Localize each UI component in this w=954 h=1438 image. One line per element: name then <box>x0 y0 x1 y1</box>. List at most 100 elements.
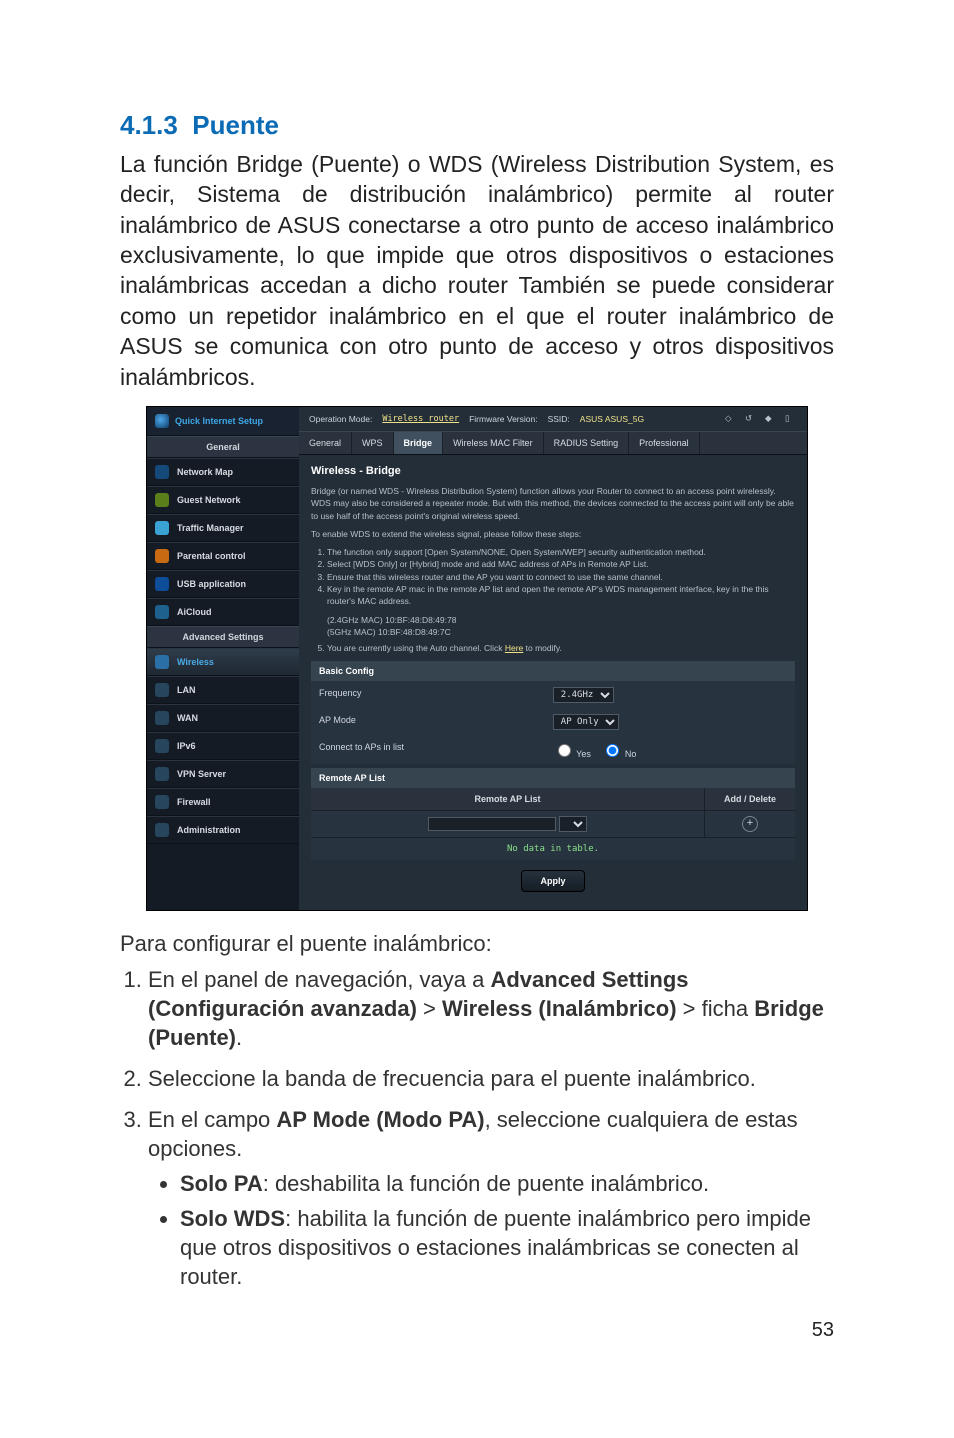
remote-ap-mac-input[interactable] <box>428 817 556 831</box>
firmware-label: Firmware Version: <box>469 414 538 424</box>
section-number: 4.1.3 <box>120 110 178 140</box>
add-ap-button[interactable]: + <box>742 816 758 832</box>
panel-desc-1: Bridge (or named WDS - Wireless Distribu… <box>311 485 795 522</box>
section-title-text: Puente <box>192 110 279 140</box>
connect-aps-yes-radio[interactable] <box>558 744 571 757</box>
reboot-icon[interactable]: ↺ <box>745 413 757 425</box>
wireless-tabs: General WPS Bridge Wireless MAC Filter R… <box>299 431 807 455</box>
frequency-select[interactable]: 2.4GHz <box>553 687 614 703</box>
sidebar-item-label: USB application <box>177 579 246 589</box>
sidebar-item-vpn-server[interactable]: VPN Server <box>147 760 299 788</box>
step1-sep-2: > ficha <box>677 996 755 1021</box>
page-number: 53 <box>120 1319 834 1342</box>
opmode-label: Operation Mode: <box>309 414 372 424</box>
tab-mac-filter[interactable]: Wireless MAC Filter <box>443 432 544 454</box>
sidebar-item-label: Administration <box>177 825 241 835</box>
panel-step-5: You are currently using the Auto channel… <box>327 642 795 654</box>
tab-professional[interactable]: Professional <box>629 432 700 454</box>
remote-ap-input-row: + <box>311 810 795 837</box>
sidebar-item-wireless[interactable]: Wireless <box>147 648 299 676</box>
apply-button[interactable]: Apply <box>521 870 584 892</box>
sidebar-item-aicloud[interactable]: AiCloud <box>147 598 299 626</box>
panel-title: Wireless - Bridge <box>311 465 795 477</box>
sidebar-item-label: VPN Server <box>177 769 226 779</box>
router-ui-screenshot: Quick Internet Setup General Network Map… <box>146 406 808 911</box>
step1-bold-2: Wireless (Inalámbrico) <box>442 996 677 1021</box>
apmode-row: AP Mode AP Only <box>311 708 795 735</box>
step1-sep-1: > <box>417 996 442 1021</box>
panel-step-1: The function only support [Open System/N… <box>327 546 795 558</box>
apmode-select[interactable]: AP Only <box>553 714 619 730</box>
frequency-label: Frequency <box>311 682 545 708</box>
usb-status-icon[interactable]: ▯ <box>785 413 797 425</box>
sidebar-item-lan[interactable]: LAN <box>147 676 299 704</box>
sidebar-item-usb-application[interactable]: USB application <box>147 570 299 598</box>
sidebar-item-guest-network[interactable]: Guest Network <box>147 486 299 514</box>
step5-text-a: You are currently using the Auto channel… <box>327 643 505 653</box>
connect-aps-no-radio[interactable] <box>606 744 619 757</box>
mac-5ghz: (5GHz MAC) 10:BF:48:D8:49:7C <box>327 626 795 638</box>
configure-steps: En el panel de navegación, vaya a Advanc… <box>120 965 834 1291</box>
remote-ap-select[interactable] <box>559 816 587 832</box>
guest-network-icon <box>155 493 169 507</box>
panel-steps-list-2: You are currently using the Auto channel… <box>327 642 795 654</box>
panel-steps-list: The function only support [Open System/N… <box>327 546 795 608</box>
tab-general[interactable]: General <box>299 432 352 454</box>
sidebar-item-firewall[interactable]: Firewall <box>147 788 299 816</box>
parental-control-icon <box>155 549 169 563</box>
tab-bridge[interactable]: Bridge <box>394 432 444 454</box>
sidebar-item-administration[interactable]: Administration <box>147 816 299 844</box>
wireless-icon <box>155 655 169 669</box>
sidebar-item-wan[interactable]: WAN <box>147 704 299 732</box>
option1-text: : deshabilita la función de puente inalá… <box>263 1171 709 1196</box>
traffic-manager-icon <box>155 521 169 535</box>
panel-step-2: Select [WDS Only] or [Hybrid] mode and a… <box>327 558 795 570</box>
configure-lead: Para configurar el puente inalámbrico: <box>120 931 834 957</box>
sidebar-item-parental-control[interactable]: Parental control <box>147 542 299 570</box>
main-panel: Operation Mode: Wireless router Firmware… <box>299 407 807 910</box>
step-2: Seleccione la banda de frecuencia para e… <box>148 1064 834 1093</box>
sidebar-item-label: AiCloud <box>177 607 212 617</box>
opmode-value-link[interactable]: Wireless router <box>382 414 459 424</box>
sidebar-section-general: General <box>147 436 299 458</box>
usb-app-icon <box>155 577 169 591</box>
sidebar: Quick Internet Setup General Network Map… <box>147 407 299 910</box>
tab-radius[interactable]: RADIUS Setting <box>544 432 630 454</box>
ipv6-icon <box>155 739 169 753</box>
remote-ap-col-label: Remote AP List <box>311 788 704 810</box>
step5-text-b: to modify. <box>523 643 562 653</box>
sidebar-section-advanced: Advanced Settings <box>147 626 299 648</box>
sidebar-item-traffic-manager[interactable]: Traffic Manager <box>147 514 299 542</box>
qis-label: Quick Internet Setup <box>175 416 263 426</box>
sidebar-item-label: Parental control <box>177 551 246 561</box>
frequency-row: Frequency 2.4GHz <box>311 681 795 708</box>
lan-icon <box>155 683 169 697</box>
wan-icon <box>155 711 169 725</box>
step-1: En el panel de navegación, vaya a Advanc… <box>148 965 834 1052</box>
ssid-label: SSID: <box>548 414 570 424</box>
basic-config-bar: Basic Config <box>311 661 795 681</box>
sidebar-item-label: Wireless <box>177 657 214 667</box>
qis-icon <box>155 414 169 428</box>
step3-options: Solo PA: deshabilita la función de puent… <box>148 1169 834 1291</box>
ssid-values: ASUS ASUS_5G <box>580 414 644 424</box>
remote-ap-list-bar: Remote AP List <box>311 768 795 788</box>
yes-label: Yes <box>576 749 591 759</box>
network-map-icon <box>155 465 169 479</box>
firewall-icon <box>155 795 169 809</box>
modify-here-link[interactable]: Here <box>505 643 523 653</box>
connect-aps-yes[interactable]: Yes <box>553 749 591 759</box>
vpn-icon <box>155 767 169 781</box>
section-heading: 4.1.3 Puente <box>120 110 834 141</box>
quick-internet-setup[interactable]: Quick Internet Setup <box>147 407 299 436</box>
sidebar-item-label: Guest Network <box>177 495 241 505</box>
wifi-icon[interactable]: ◆ <box>765 413 777 425</box>
sidebar-item-label: Firewall <box>177 797 211 807</box>
option1-bold: Solo PA <box>180 1171 263 1196</box>
administration-icon <box>155 823 169 837</box>
tab-wps[interactable]: WPS <box>352 432 394 454</box>
connect-aps-no[interactable]: No <box>601 749 636 759</box>
sidebar-item-network-map[interactable]: Network Map <box>147 458 299 486</box>
user-icon[interactable]: ◇ <box>725 413 737 425</box>
sidebar-item-ipv6[interactable]: IPv6 <box>147 732 299 760</box>
